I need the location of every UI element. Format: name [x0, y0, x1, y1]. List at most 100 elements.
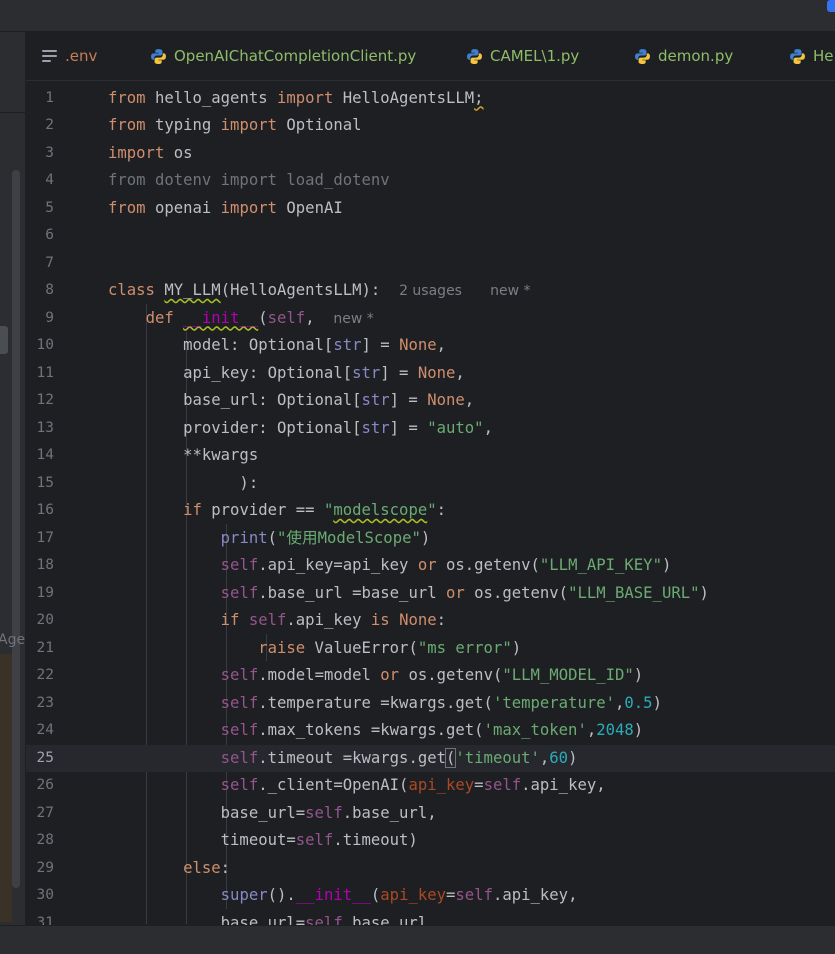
code-line-27[interactable]: 27 base_url=self.base_url,: [26, 800, 835, 828]
code-line-28[interactable]: 28 timeout=self.timeout): [26, 827, 835, 855]
code-line-16[interactable]: 16 if provider == "modelscope":: [26, 497, 835, 525]
code-text: import os: [108, 143, 193, 162]
line-number[interactable]: 2: [26, 112, 54, 140]
usages-hint: 2 usages: [399, 283, 462, 299]
line-number[interactable]: 17: [26, 525, 54, 553]
side-panel-resize-handle[interactable]: [0, 326, 8, 354]
code-line-17[interactable]: 17 print("使用ModelScope"): [26, 525, 835, 553]
line-number[interactable]: 13: [26, 415, 54, 443]
tab-openai-chat-completion-client[interactable]: OpenAIChatCompletionClient.py: [150, 32, 416, 80]
code-editor[interactable]: 1 from hello_agents import HelloAgentsLLM…: [26, 84, 835, 925]
code-text: super().__init__(api_key=self.api_key,: [220, 886, 578, 904]
code-line-5[interactable]: 5 from openai import OpenAI: [26, 195, 835, 223]
code-line-30[interactable]: 30 super().__init__(api_key=self.api_key…: [26, 882, 835, 910]
code-line-10[interactable]: 10 model: Optional[str] = None,: [26, 332, 835, 360]
line-number[interactable]: 18: [26, 552, 54, 580]
side-panel-divider: [0, 112, 25, 113]
code-line-24[interactable]: 24 self.max_tokens =kwargs.get('max_toke…: [26, 717, 835, 745]
line-number[interactable]: 21: [26, 635, 54, 663]
code-line-7[interactable]: 7: [26, 250, 835, 278]
line-number[interactable]: 4: [26, 167, 54, 195]
tab-camel-1[interactable]: CAMEL\1.py: [466, 32, 579, 80]
code-text: base_url=self.base_url,: [108, 913, 437, 926]
side-panel-partial-label: Age: [0, 632, 26, 648]
line-number[interactable]: 15: [26, 470, 54, 498]
line-number[interactable]: 10: [26, 332, 54, 360]
tab-env[interactable]: .env: [42, 32, 97, 80]
code-text: def __init__(self, new *: [145, 308, 374, 327]
code-line-12[interactable]: 12 base_url: Optional[str] = None,: [26, 387, 835, 415]
line-number[interactable]: 7: [26, 250, 54, 278]
line-number[interactable]: 6: [26, 222, 54, 250]
code-line-11[interactable]: 11 api_key: Optional[str] = None,: [26, 360, 835, 388]
code-line-2[interactable]: 2 from typing import Optional: [26, 112, 835, 140]
line-number[interactable]: 26: [26, 772, 54, 800]
code-text: raise ValueError("ms error"): [258, 638, 522, 657]
code-text: from dotenv import load_dotenv: [108, 171, 390, 189]
code-line-26[interactable]: 26 self._client=OpenAI(api_key=self.api_…: [26, 772, 835, 800]
code-text: class MY_LLM(HelloAgentsLLM): 2 usages n…: [108, 281, 531, 299]
line-number[interactable]: 31: [26, 910, 54, 926]
code-text: print("使用ModelScope"): [220, 528, 431, 547]
python-icon: [151, 48, 166, 64]
line-number[interactable]: 22: [26, 662, 54, 690]
line-number[interactable]: 19: [26, 580, 54, 608]
line-number[interactable]: 29: [26, 855, 54, 883]
code-line-1[interactable]: 1 from hello_agents import HelloAgentsLLM…: [26, 85, 835, 113]
tab-label: OpenAIChatCompletionClient.py: [174, 47, 417, 65]
python-icon: [635, 48, 650, 64]
line-number[interactable]: 23: [26, 690, 54, 718]
line-number[interactable]: 1: [26, 85, 54, 113]
line-number[interactable]: 12: [26, 387, 54, 415]
tab-label: .env: [65, 47, 98, 65]
tab-he-partial[interactable]: He: [789, 32, 834, 80]
code-text: self.base_url =base_url or os.getenv("LL…: [220, 583, 709, 602]
code-text: if provider == "modelscope":: [183, 501, 447, 519]
app-icon[interactable]: [827, 0, 835, 12]
line-number[interactable]: 28: [26, 827, 54, 855]
code-line-23[interactable]: 23 self.temperature =kwargs.get('tempera…: [26, 690, 835, 718]
code-line-31[interactable]: 31 base_url=self.base_url,: [26, 910, 835, 926]
line-number[interactable]: 8: [26, 277, 54, 305]
line-number[interactable]: 20: [26, 607, 54, 635]
code-text: base_url: Optional[str] = None,: [108, 391, 475, 409]
code-line-22[interactable]: 22 self.model=model or os.getenv("LLM_MO…: [26, 662, 835, 690]
line-number[interactable]: 11: [26, 360, 54, 388]
tab-label: CAMEL\1.py: [490, 47, 580, 65]
line-number[interactable]: 5: [26, 195, 54, 223]
status-bar: [0, 925, 835, 954]
line-number[interactable]: 30: [26, 882, 54, 910]
line-number[interactable]: 14: [26, 442, 54, 470]
code-text: base_url=self.base_url,: [108, 803, 437, 822]
line-number[interactable]: 16: [26, 497, 54, 525]
code-line-20[interactable]: 20 if self.api_key is None:: [26, 607, 835, 635]
line-number[interactable]: 27: [26, 800, 54, 828]
code-line-8[interactable]: 8 class MY_LLM(HelloAgentsLLM): 2 usages …: [26, 277, 835, 305]
line-number[interactable]: 25: [26, 745, 54, 773]
tab-label: He: [813, 47, 834, 65]
text-file-icon: [42, 50, 57, 62]
code-line-21[interactable]: 21 raise ValueError("ms error"): [26, 635, 835, 663]
code-line-14[interactable]: 14 **kwargs: [26, 442, 835, 470]
tab-demon[interactable]: demon.py: [634, 32, 733, 80]
code-line-18[interactable]: 18 self.api_key=api_key or os.getenv("LL…: [26, 552, 835, 580]
code-line-9[interactable]: 9 def __init__(self, new *: [26, 305, 835, 333]
code-line-19[interactable]: 19 self.base_url =base_url or os.getenv(…: [26, 580, 835, 608]
side-panel-scrollbar[interactable]: [12, 170, 20, 888]
tab-label: demon.py: [658, 47, 734, 65]
code-text: else:: [183, 858, 231, 877]
code-line-25[interactable]: 25 self.timeout =kwargs.get('timeout',60…: [26, 744, 835, 773]
code-text: **kwargs: [108, 446, 259, 464]
line-number[interactable]: 3: [26, 140, 54, 168]
python-icon: [467, 48, 482, 64]
code-line-29[interactable]: 29 else:: [26, 855, 835, 883]
code-text: self._client=OpenAI(api_key=self.api_key…: [220, 776, 606, 794]
code-text: from typing import Optional: [108, 116, 362, 134]
code-line-15[interactable]: 15 ):: [26, 470, 835, 498]
code-line-13[interactable]: 13 provider: Optional[str] = "auto",: [26, 415, 835, 443]
code-line-6[interactable]: 6: [26, 222, 835, 250]
code-line-3[interactable]: 3 import os: [26, 140, 835, 168]
line-number[interactable]: 24: [26, 717, 54, 745]
line-number[interactable]: 9: [26, 305, 54, 333]
code-line-4[interactable]: 4 from dotenv import load_dotenv: [26, 167, 835, 195]
